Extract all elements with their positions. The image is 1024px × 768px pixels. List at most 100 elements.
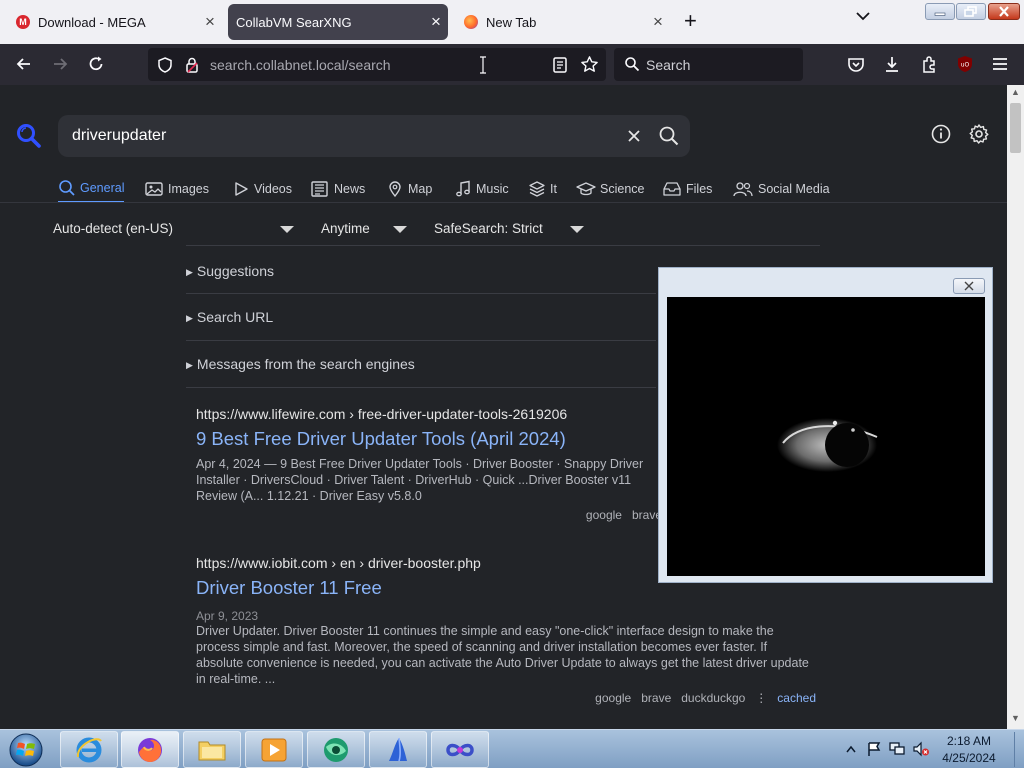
tab-map[interactable]: Map <box>386 175 432 203</box>
search-placeholder: Search <box>646 57 691 73</box>
eye-image-icon <box>777 418 878 472</box>
tab-images[interactable]: Images <box>144 175 209 203</box>
info-icon[interactable] <box>930 123 952 145</box>
video-popup-window[interactable] <box>658 267 993 583</box>
taskbar-infinity-app[interactable] <box>431 731 489 768</box>
mega-icon: M <box>16 15 30 29</box>
ublock-origin-icon[interactable]: uO <box>955 54 975 74</box>
search-icon <box>59 180 75 196</box>
video-frame[interactable] <box>667 297 985 576</box>
search-url-toggle[interactable]: ▶ Search URL <box>186 309 656 325</box>
tab-files[interactable]: Files <box>662 175 712 203</box>
tab-mega[interactable]: M Download - MEGA × <box>4 4 222 40</box>
tab-title: New Tab <box>486 14 537 30</box>
tab-general[interactable]: General <box>58 175 125 203</box>
filter-divider <box>186 245 820 246</box>
url-bar[interactable]: search.collabnet.local/search <box>148 48 606 81</box>
close-icon[interactable]: × <box>646 12 670 32</box>
cached-link[interactable]: cached <box>777 691 816 705</box>
scroll-down-arrow-icon[interactable]: ▼ <box>1011 713 1020 723</box>
kebab-dots-icon[interactable]: ⋮ <box>755 691 767 705</box>
star-icon[interactable] <box>580 55 599 74</box>
taskbar-internet-explorer[interactable] <box>60 731 118 768</box>
engine-label: google <box>595 691 632 705</box>
firefox-icon <box>138 737 162 762</box>
divider <box>186 387 656 388</box>
forward-arrow-icon[interactable] <box>50 54 70 74</box>
result-date: Apr 9, 2023 <box>196 609 259 623</box>
flag-icon[interactable] <box>866 741 882 757</box>
url-path: /search <box>344 57 391 73</box>
tab-social-media[interactable]: Social Media <box>732 175 830 203</box>
url-domain: search.collabnet.local <box>210 57 345 73</box>
tab-videos[interactable]: Videos <box>232 175 292 203</box>
window-close-button[interactable] <box>988 3 1020 20</box>
text-cursor-icon <box>480 56 486 74</box>
clock-date[interactable]: 4/25/2024 <box>932 751 1006 765</box>
windows-start-button[interactable] <box>6 731 46 768</box>
taskbar-media-player[interactable] <box>245 731 303 768</box>
search-icon[interactable] <box>658 125 680 147</box>
suggestions-toggle[interactable]: ▶ Suggestions <box>186 263 656 279</box>
firefox-icon <box>464 15 478 29</box>
back-arrow-icon[interactable] <box>14 54 34 74</box>
network-icon[interactable] <box>888 741 906 757</box>
tab-label: It <box>550 182 557 196</box>
url-text[interactable]: search.collabnet.local/search <box>210 57 391 73</box>
tab-label: Images <box>168 182 209 196</box>
tab-label: Social Media <box>758 182 830 196</box>
window-restore-button[interactable] <box>956 3 986 20</box>
chevron-up-icon[interactable] <box>846 745 856 753</box>
tab-new-tab[interactable]: New Tab × <box>452 4 670 40</box>
pocket-icon[interactable] <box>846 54 866 74</box>
reload-icon[interactable] <box>86 54 106 74</box>
taskbar-explorer[interactable] <box>183 731 241 768</box>
scroll-up-arrow-icon[interactable]: ▲ <box>1011 87 1020 97</box>
engine-messages-toggle[interactable]: ▶ Messages from the search engines <box>186 356 656 372</box>
chevron-down-icon[interactable] <box>570 226 584 233</box>
popup-close-button[interactable] <box>953 278 985 294</box>
reader-view-icon[interactable] <box>552 56 568 74</box>
close-icon[interactable]: × <box>424 12 448 32</box>
tab-news[interactable]: News <box>310 175 365 203</box>
chevron-down-icon[interactable] <box>393 226 407 233</box>
download-icon[interactable] <box>882 54 902 74</box>
chevron-down-icon[interactable] <box>280 226 294 233</box>
clear-icon[interactable] <box>624 126 644 146</box>
browser-search-bar[interactable]: Search <box>614 48 803 81</box>
page-scrollbar[interactable]: ▲ ▼ <box>1007 85 1024 729</box>
section-label: Messages from the search engines <box>196 356 415 372</box>
show-desktop-button[interactable] <box>1014 732 1024 767</box>
scroll-thumb[interactable] <box>1010 103 1021 153</box>
time-range-select[interactable]: Anytime <box>321 221 370 236</box>
search-icon <box>625 57 640 72</box>
speaker-muted-icon[interactable] <box>912 741 930 757</box>
close-icon[interactable]: × <box>198 12 222 32</box>
clock-time[interactable]: 2:18 AM <box>932 734 1006 748</box>
nav-bar: search.collabnet.local/search Search uO <box>0 44 1024 85</box>
tab-label: Files <box>686 182 713 196</box>
shield-icon[interactable] <box>156 56 174 74</box>
taskbar-firefox[interactable] <box>121 731 179 768</box>
searxng-logo-icon[interactable] <box>16 123 42 149</box>
query-box[interactable]: driverupdater <box>58 115 690 157</box>
search-input[interactable]: driverupdater <box>72 127 166 145</box>
extensions-icon[interactable] <box>919 54 939 74</box>
new-tab-plus-icon[interactable]: + <box>684 10 697 32</box>
safesearch-select[interactable]: SafeSearch: Strict <box>434 221 543 236</box>
hamburger-menu-icon[interactable] <box>990 54 1010 74</box>
window-minimize-button[interactable] <box>925 3 955 20</box>
tab-science[interactable]: Science <box>576 175 644 203</box>
taskbar-blue-app[interactable] <box>369 731 427 768</box>
result-snippet: Apr 4, 2024 — 9 Best Free Driver Updater… <box>196 457 644 503</box>
tab-it[interactable]: It <box>528 175 557 203</box>
section-label: Search URL <box>196 309 274 325</box>
gear-icon[interactable] <box>968 123 990 145</box>
tab-music[interactable]: Music <box>454 175 509 203</box>
taskbar-green-app[interactable] <box>307 731 365 768</box>
lock-icon[interactable] <box>184 56 200 74</box>
svg-text:uO: uO <box>961 62 970 69</box>
tab-searxng[interactable]: CollabVM SearXNG × <box>228 4 448 40</box>
language-select[interactable]: Auto-detect (en-US) <box>53 221 173 236</box>
chevron-down-icon[interactable] <box>854 8 872 24</box>
